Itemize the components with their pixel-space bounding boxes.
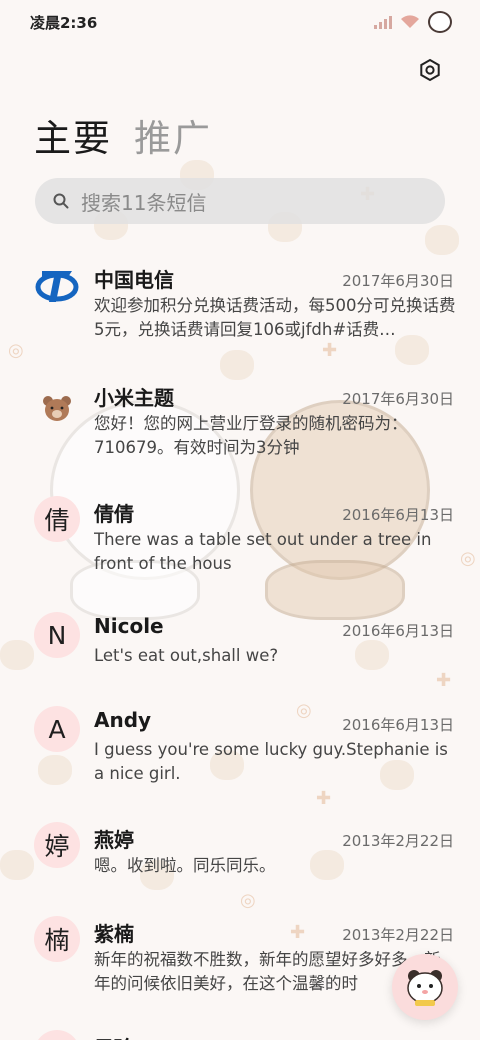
- contact-avatar: 倩: [34, 496, 80, 542]
- message-date: 2017年6月30日: [342, 272, 454, 290]
- message-date: 2016年6月13日: [342, 506, 454, 524]
- search-placeholder: 搜索11条短信: [81, 190, 207, 215]
- message-date: 2017年6月30日: [342, 390, 454, 408]
- china-telecom-logo-icon: [34, 262, 80, 308]
- contact-avatar: N: [34, 612, 80, 658]
- compose-button[interactable]: [392, 954, 458, 1020]
- gear-icon: [420, 58, 440, 82]
- message-preview: I guess you're some lucky guy.Stephanie …: [94, 740, 448, 783]
- sender-name: 中国电信: [94, 268, 174, 292]
- bear-avatar-icon: [428, 11, 452, 33]
- compose-bear-icon: [407, 970, 443, 1006]
- settings-button[interactable]: [414, 54, 446, 86]
- message-date: 2016年6月13日: [342, 622, 454, 640]
- message-item-mi-theme[interactable]: 小米主题 2017年6月30日 您好！您的网上营业厅登录的随机密码为：71067…: [0, 378, 480, 468]
- status-time: 凌晨2:36: [30, 13, 98, 32]
- message-item-yanting[interactable]: 婷 燕婷 2013年2月22日 嗯。收到啦。同乐同乐。: [0, 822, 480, 892]
- message-date: 2013年2月22日: [342, 926, 454, 944]
- message-preview: 嗯。收到啦。同乐同乐。: [94, 856, 276, 875]
- tab-promotions[interactable]: 推广: [134, 108, 212, 162]
- message-date: 2013年2月22日: [342, 832, 454, 850]
- message-preview: Let's eat out,shall we?: [94, 646, 279, 665]
- status-bar: 凌晨2:36: [0, 0, 480, 44]
- status-icons: [374, 11, 452, 33]
- message-item-andy[interactable]: A Andy 2016年6月13日 I guess you're some lu…: [0, 706, 480, 796]
- contact-avatar: [34, 1030, 80, 1040]
- wifi-icon: [401, 15, 419, 28]
- contact-avatar: A: [34, 706, 80, 752]
- tab-primary[interactable]: 主要: [34, 108, 112, 162]
- sender-name: 子玲: [94, 1032, 134, 1040]
- bear-avatar-icon: [34, 386, 80, 432]
- search-icon: [53, 193, 69, 209]
- message-date: 2016年6月13日: [342, 716, 454, 734]
- message-preview: There was a table set out under a tree i…: [94, 530, 432, 573]
- search-input[interactable]: 搜索11条短信: [35, 178, 445, 224]
- message-item-ziling[interactable]: 子玲: [0, 1030, 480, 1040]
- message-preview: 您好！您的网上营业厅登录的随机密码为：710679。有效时间为3分钟: [94, 414, 408, 457]
- message-item-qianqian[interactable]: 倩 倩倩 2016年6月13日 There was a table set ou…: [0, 496, 480, 586]
- sender-name: 小米主题: [94, 386, 174, 410]
- signal-icon: [374, 15, 392, 29]
- sender-name: 倩倩: [94, 502, 134, 526]
- message-item-china-telecom[interactable]: 中国电信 2017年6月30日 欢迎参加积分兑换话费活动，每500分可兑换话费5…: [0, 260, 480, 360]
- sender-name: Andy: [94, 708, 152, 732]
- contact-avatar: 楠: [34, 916, 80, 962]
- sender-name: 燕婷: [94, 828, 134, 852]
- sender-name: Nicole: [94, 614, 164, 638]
- contact-avatar: 婷: [34, 822, 80, 868]
- message-item-nicole[interactable]: N Nicole 2016年6月13日 Let's eat out,shall …: [0, 612, 480, 682]
- tab-bar: 主要 推广: [34, 108, 212, 162]
- message-preview: 欢迎参加积分兑换话费活动，每500分可兑换话费5元，兑换话费请回复106或jfd…: [94, 296, 456, 339]
- sender-name: 紫楠: [94, 922, 134, 946]
